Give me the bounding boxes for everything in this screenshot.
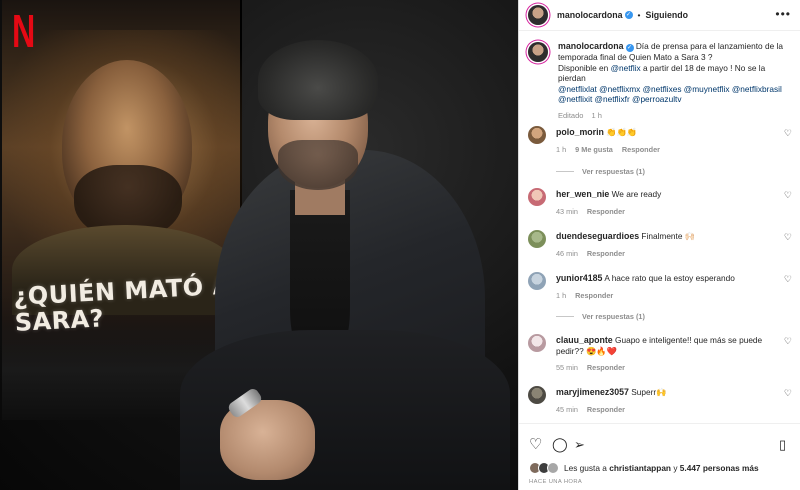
comment-like-heart-icon[interactable]: ♡ (784, 191, 792, 200)
caption-meta: Editado 1 h (558, 111, 790, 122)
comment-item: yunior4185 A hace rato que la estoy espe… (528, 272, 798, 301)
comment-text: We are ready (611, 189, 662, 199)
comment-text: A hace rato que la estoy esperando (604, 273, 735, 283)
comment-text: Finalmente 🙌🏻 (641, 231, 696, 241)
likes-summary: Les gusta a christiantappan y 5.447 pers… (529, 462, 759, 474)
comment-time[interactable]: 45 min (556, 405, 578, 414)
reply-button[interactable]: Responder (587, 363, 625, 372)
commenter-username[interactable]: her_wen_nie (556, 189, 609, 199)
post-header: manolocardona ✓ • Siguiendo ••• (519, 0, 800, 31)
comment-like-heart-icon[interactable]: ♡ (784, 275, 792, 284)
comment-like-heart-icon[interactable]: ♡ (784, 129, 792, 138)
reply-button[interactable]: Responder (587, 249, 625, 258)
comment-item: duendeseguardioes Finalmente 🙌🏻 46 min Re… (528, 230, 798, 259)
instagram-post-view: N ¿QUIÉN MATÓ A SARA? manolocardona ✓ • … (0, 0, 800, 490)
comment-like-heart-icon[interactable]: ♡ (784, 389, 792, 398)
reply-button[interactable]: Responder (587, 207, 625, 216)
comment-bubble-icon[interactable]: ◯ (552, 437, 568, 452)
post-sidebar: manolocardona ✓ • Siguiendo ••• manoloca… (518, 0, 800, 490)
commenter-username[interactable]: maryjimenez3057 (556, 387, 629, 397)
commenter-username[interactable]: yunior4185 (556, 273, 602, 283)
verified-badge-icon: ✓ (625, 44, 634, 52)
post-photo[interactable]: N ¿QUIÉN MATÓ A SARA? (0, 0, 518, 490)
post-actions: ♡ ◯ ➢ ▯ Les gusta a christiantappan y 5.… (519, 423, 800, 490)
comment-like-heart-icon[interactable]: ♡ (784, 233, 792, 242)
author-avatar[interactable] (528, 42, 548, 62)
comment-item: maryjimenez3057 Superr🙌 45 min Responder … (528, 386, 798, 415)
reply-button[interactable]: Responder (575, 291, 613, 300)
view-replies-button[interactable]: Ver respuestas (1) (556, 167, 645, 176)
mention-links[interactable]: @netflixlat @netflixmx @netflixes @muyne… (558, 84, 782, 105)
mention-link[interactable]: @netflix (611, 63, 641, 73)
likes-count[interactable]: 5.447 personas más (680, 463, 759, 473)
post-timestamp[interactable]: HACE UNA HORA (529, 479, 582, 485)
caption-username[interactable]: manolocardona (558, 41, 624, 51)
caption-time[interactable]: 1 h (591, 111, 601, 120)
following-button[interactable]: Siguiendo (645, 10, 688, 20)
commenter-username[interactable]: clauu_aponte (556, 335, 613, 345)
netflix-logo: N (12, 5, 36, 57)
comment-item: polo_morin 👏👏👏 1 h 9 Me gusta Responder ♡ (528, 126, 798, 155)
comment-item: her_wen_nie We are ready 43 min Responder… (528, 188, 798, 217)
comment-likes[interactable]: 9 Me gusta (575, 145, 613, 154)
commenter-avatar[interactable] (528, 230, 546, 248)
comment-time[interactable]: 1 h (556, 145, 566, 154)
liker-username[interactable]: christiantappan (609, 463, 671, 473)
commenter-avatar[interactable] (528, 272, 546, 290)
commenter-username[interactable]: duendeseguardioes (556, 231, 639, 241)
author-username[interactable]: manolocardona (557, 10, 623, 20)
commenter-username[interactable]: polo_morin (556, 127, 604, 137)
post-caption: manolocardona ✓ Día de prensa para el lan… (528, 41, 793, 122)
comment-time[interactable]: 1 h (556, 291, 566, 300)
liker-avatars[interactable] (529, 462, 559, 474)
more-options-icon[interactable]: ••• (775, 8, 791, 20)
separator: • (637, 10, 641, 20)
comment-like-heart-icon[interactable]: ♡ (784, 337, 792, 346)
comments-scroll-area[interactable]: manolocardona ✓ Día de prensa para el lan… (519, 31, 800, 423)
author-avatar[interactable] (528, 5, 548, 25)
like-heart-icon[interactable]: ♡ (529, 437, 542, 452)
edited-label: Editado (558, 110, 584, 120)
share-paper-plane-icon[interactable]: ➢ (574, 437, 585, 452)
comment-time[interactable]: 46 min (556, 249, 578, 258)
verified-badge-icon: ✓ (624, 11, 633, 19)
comment-time[interactable]: 55 min (556, 363, 578, 372)
view-replies-button[interactable]: Ver respuestas (1) (556, 312, 645, 321)
commenter-avatar[interactable] (528, 126, 546, 144)
commenter-avatar[interactable] (528, 386, 546, 404)
reply-button[interactable]: Responder (622, 145, 660, 154)
comment-text: 👏👏👏 (606, 127, 638, 137)
commenter-avatar[interactable] (528, 334, 546, 352)
commenter-avatar[interactable] (528, 188, 546, 206)
comment-item: clauu_aponte Guapo e inteligente!! que m… (528, 334, 798, 374)
reply-button[interactable]: Responder (587, 405, 625, 414)
comment-text: Superr🙌 (631, 387, 667, 397)
save-bookmark-icon[interactable]: ▯ (779, 437, 786, 452)
comment-time[interactable]: 43 min (556, 207, 578, 216)
